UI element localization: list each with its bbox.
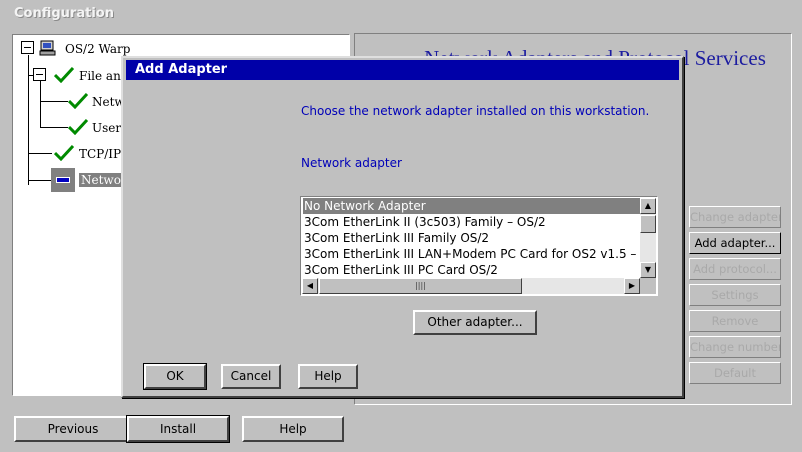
add-adapter-dialog: Add Adapter Choose the network adapter i… <box>121 56 684 398</box>
list-item[interactable]: 3Com EtherLink III PC Card OS/2 <box>303 262 641 278</box>
scroll-right-icon[interactable]: ▶ <box>624 278 640 294</box>
change-adapter-button[interactable]: Change adapter... <box>689 206 781 228</box>
window-title: Configuration <box>14 6 114 21</box>
collapse-file-and[interactable] <box>33 68 46 81</box>
help-button[interactable]: Help <box>242 416 344 442</box>
remove-button[interactable]: Remove <box>689 310 781 332</box>
cancel-button[interactable]: Cancel <box>221 364 281 389</box>
tree-line <box>40 81 41 127</box>
tree-item-label[interactable]: TCP/IP <box>79 147 121 161</box>
list-item[interactable]: No Network Adapter <box>303 198 641 214</box>
vertical-scroll-thumb[interactable] <box>640 215 656 233</box>
checkmark-icon <box>54 67 74 83</box>
scroll-up-icon[interactable]: ▲ <box>640 198 656 214</box>
checkmark-icon <box>54 145 74 161</box>
tree-line <box>40 127 68 128</box>
list-item[interactable]: 3Com EtherLink II (3c503) Family – OS/2 <box>303 214 641 230</box>
horizontal-scroll-thumb[interactable]: |||| <box>319 278 522 294</box>
tree-item-label[interactable]: OS/2 Warp <box>65 42 130 56</box>
dialog-help-button[interactable]: Help <box>298 364 358 389</box>
default-button[interactable]: Default <box>689 362 781 384</box>
adapter-listbox[interactable]: No Network Adapter 3Com EtherLink II (3c… <box>300 196 658 296</box>
list-item[interactable]: 3Com EtherLink III LAN+Modem PC Card for… <box>303 246 641 262</box>
previous-button[interactable]: Previous <box>14 416 132 442</box>
ok-button[interactable]: OK <box>143 363 207 390</box>
checkmark-icon <box>68 93 88 109</box>
tree-line <box>28 153 52 154</box>
scroll-down-icon[interactable]: ▼ <box>640 262 656 278</box>
tree-item-label[interactable]: Netw <box>92 95 125 109</box>
change-number-button[interactable]: Change number... <box>689 336 781 358</box>
checkmark-icon <box>68 119 88 135</box>
install-button[interactable]: Install <box>126 415 230 443</box>
settings-button[interactable]: Settings <box>689 284 781 306</box>
horizontal-scrollbar[interactable]: ◀ |||| ▶ <box>302 278 640 294</box>
dialog-titlebar[interactable]: Add Adapter <box>126 60 679 80</box>
tree-line <box>28 180 52 181</box>
dialog-instruction: Choose the network adapter installed on … <box>301 104 650 118</box>
computer-icon <box>39 40 56 56</box>
network-icon[interactable] <box>51 168 75 192</box>
adapter-list-label: Network adapter <box>301 156 402 170</box>
tree-item-label[interactable]: User <box>92 121 121 135</box>
vertical-scrollbar[interactable]: ▲ ▼ <box>640 198 656 278</box>
scroll-left-icon[interactable]: ◀ <box>302 278 318 294</box>
tree-line <box>40 101 68 102</box>
list-item[interactable]: 3Com EtherLink III Family OS/2 <box>303 230 641 246</box>
collapse-os2-warp[interactable] <box>21 41 34 54</box>
add-protocol-button[interactable]: Add protocol... <box>689 258 781 280</box>
scroll-corner <box>640 278 656 294</box>
add-adapter-button[interactable]: Add adapter... <box>689 232 781 254</box>
other-adapter-button[interactable]: Other adapter... <box>413 310 537 335</box>
